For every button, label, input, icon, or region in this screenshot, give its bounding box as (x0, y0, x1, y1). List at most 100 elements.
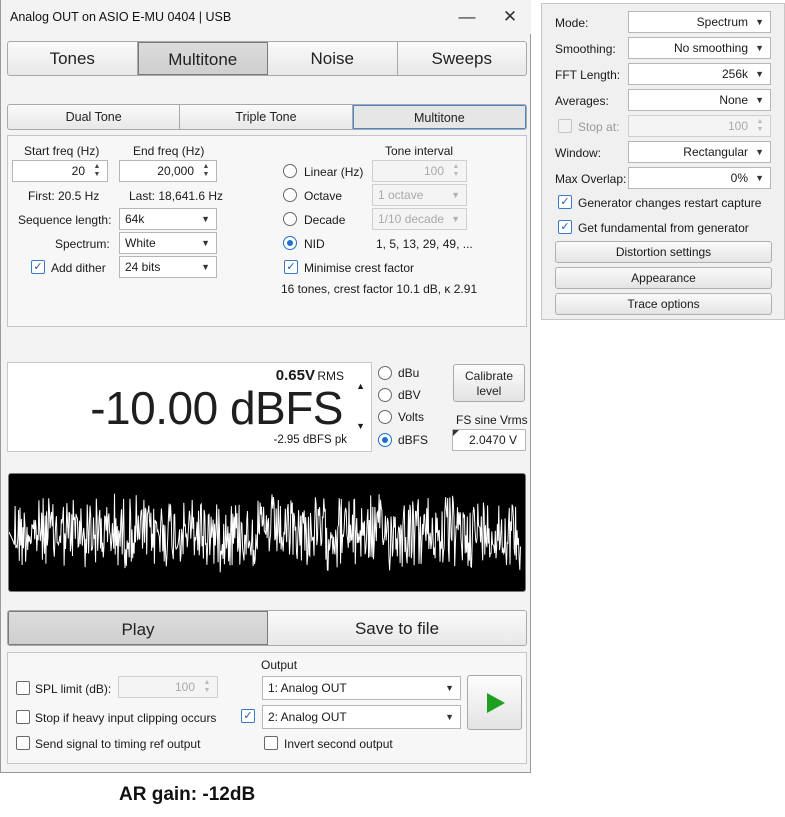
output2-checkbox[interactable]: ✓ (241, 709, 255, 723)
unit-dbv-label: dBV (398, 388, 421, 402)
chevron-down-icon: ▼ (201, 238, 210, 248)
spl-limit-value: 100 (174, 680, 195, 694)
peak-level: -2.95 dBFS pk (273, 434, 347, 446)
play-button[interactable] (467, 675, 522, 730)
tone-type-tabs: Dual Tone Triple Tone Multitone (7, 104, 527, 130)
end-freq-stepper[interactable]: ▲ ▼ (199, 163, 213, 180)
mode-select[interactable]: Spectrum ▼ (628, 11, 771, 33)
subtab-multitone[interactable]: Multitone (352, 105, 526, 129)
get-fundamental-checkbox[interactable]: ✓ (558, 220, 572, 234)
subtab-triple-tone[interactable]: Triple Tone (180, 105, 353, 129)
level-up-icon[interactable]: ▲ (356, 381, 365, 391)
level-down-icon[interactable]: ▼ (356, 421, 365, 431)
waveform-plot (8, 493, 521, 573)
unit-dbfs-radio[interactable] (378, 433, 392, 447)
minimize-icon[interactable]: — (455, 6, 479, 28)
smoothing-label: Smoothing: (555, 42, 616, 56)
ar-gain-note: AR gain: -12dB (119, 784, 256, 805)
fft-length-select[interactable]: 256k ▼ (628, 63, 771, 85)
stop-at-stepper[interactable]: ▲ ▼ (753, 118, 767, 135)
spectrum-select[interactable]: White ▼ (119, 232, 217, 254)
nid-sequence: 1, 5, 13, 29, 49, ... (376, 237, 473, 251)
tab-tones[interactable]: Tones (8, 42, 138, 75)
chevron-down-icon: ▼ (755, 147, 764, 157)
tab-sweeps[interactable]: Sweeps (398, 42, 527, 75)
stop-at-checkbox[interactable] (558, 119, 572, 133)
spl-limit-label: SPL limit (dB): (35, 682, 112, 696)
fs-sine-input[interactable]: 2.0470 V (452, 429, 526, 451)
octave-radio[interactable] (283, 188, 297, 202)
linear-label: Linear (Hz) (304, 165, 364, 179)
tab-noise[interactable]: Noise (268, 42, 398, 75)
stop-clipping-checkbox[interactable] (16, 710, 30, 724)
calibrate-level-button[interactable]: Calibrate level (453, 364, 525, 402)
last-freq-text: Last: 18,641.6 Hz (129, 189, 224, 203)
corner-marker-icon (453, 430, 459, 436)
invert-second-label: Invert second output (284, 737, 393, 751)
subtab-dual-tone[interactable]: Dual Tone (8, 105, 181, 129)
nid-radio[interactable] (283, 236, 297, 250)
chevron-down-icon: ▼ (445, 683, 454, 693)
output-panel: SPL limit (dB): 100 ▲ ▼ Stop if heavy inp… (7, 652, 527, 764)
tab-multitone[interactable]: Multitone (137, 42, 268, 75)
octave-select[interactable]: 1 octave ▼ (372, 184, 467, 206)
tab-play[interactable]: Play (8, 611, 268, 645)
minimise-crest-checkbox[interactable]: ✓ (284, 260, 298, 274)
add-dither-label: Add dither (51, 261, 106, 275)
octave-value: 1 octave (378, 188, 424, 202)
tab-save-to-file[interactable]: Save to file (268, 611, 526, 645)
unit-volts-radio[interactable] (378, 410, 392, 424)
distortion-settings-button[interactable]: Distortion settings (555, 241, 772, 263)
averages-select[interactable]: None ▼ (628, 89, 771, 111)
unit-dbv-radio[interactable] (378, 388, 392, 402)
linear-radio[interactable] (283, 164, 297, 178)
spl-limit-input[interactable]: 100 ▲ ▼ (118, 676, 218, 698)
dither-bits-select[interactable]: 24 bits ▼ (119, 256, 217, 278)
start-freq-input[interactable]: 20 ▲ ▼ (12, 160, 108, 182)
chevron-down-icon: ▼ (451, 214, 460, 224)
waveform-trace (8, 493, 521, 573)
sequence-length-value: 64k (125, 212, 145, 226)
invert-second-checkbox[interactable] (264, 736, 278, 750)
multitone-settings-panel: Start freq (Hz) 20 ▲ ▼ End freq (Hz) 20,0… (7, 135, 527, 327)
waveform-display (8, 473, 526, 592)
level-display[interactable]: 0.65V RMS -10.00 dBFS -2.95 dBFS pk ▲ ▼ (7, 362, 372, 452)
chevron-down-icon: ▼ (755, 17, 764, 27)
fft-length-label: FFT Length: (555, 68, 621, 82)
window-select[interactable]: Rectangular ▼ (628, 141, 771, 163)
unit-dbu-radio[interactable] (378, 366, 392, 380)
output2-select[interactable]: 2: Analog OUT ▼ (262, 705, 461, 729)
decade-radio[interactable] (283, 212, 297, 226)
linear-hz-stepper[interactable]: ▲ ▼ (449, 163, 463, 180)
unit-volts-label: Volts (398, 410, 425, 424)
play-save-tabs: Play Save to file (7, 610, 527, 646)
spl-limit-stepper[interactable]: ▲ ▼ (200, 679, 214, 696)
trace-options-button[interactable]: Trace options (555, 293, 772, 315)
tone-interval-label: Tone interval (385, 144, 454, 158)
output1-select[interactable]: 1: Analog OUT ▼ (262, 676, 461, 700)
max-overlap-value: 0% (730, 171, 748, 185)
close-icon[interactable]: ✕ (498, 6, 522, 28)
end-freq-value: 20,000 (157, 164, 194, 178)
window-title: Analog OUT on ASIO E-MU 0404 | USB (10, 10, 232, 24)
decade-select[interactable]: 1/10 decade ▼ (372, 208, 467, 230)
spl-limit-checkbox[interactable] (16, 681, 30, 695)
output-label: Output (261, 658, 298, 672)
end-freq-input[interactable]: 20,000 ▲ ▼ (119, 160, 217, 182)
window-value: Rectangular (683, 145, 748, 159)
add-dither-checkbox[interactable]: ✓ (31, 260, 45, 274)
window-label: Window: (555, 146, 602, 160)
send-timing-checkbox[interactable] (16, 736, 30, 750)
appearance-button[interactable]: Appearance (555, 267, 772, 289)
generator-restart-checkbox[interactable]: ✓ (558, 195, 572, 209)
stop-at-input[interactable]: 100 ▲ ▼ (628, 115, 771, 137)
smoothing-select[interactable]: No smoothing ▼ (628, 37, 771, 59)
sequence-length-select[interactable]: 64k ▼ (119, 208, 217, 230)
linear-hz-input[interactable]: 100 ▲ ▼ (372, 160, 467, 182)
chevron-down-icon: ▼ (445, 712, 454, 722)
max-overlap-select[interactable]: 0% ▼ (628, 167, 771, 189)
chevron-down-icon: ▼ (755, 43, 764, 53)
chevron-down-icon: ▼ (451, 190, 460, 200)
start-freq-stepper[interactable]: ▲ ▼ (90, 163, 104, 180)
get-fundamental-label: Get fundamental from generator (578, 221, 749, 235)
